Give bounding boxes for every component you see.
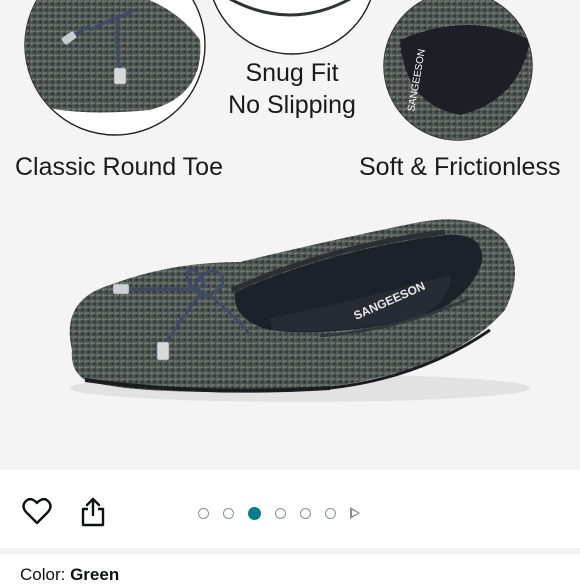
round-toe-label: Classic Round Toe <box>15 153 223 181</box>
color-selection: Color: Green <box>20 565 119 585</box>
round-toe-detail-circle <box>24 0 206 136</box>
carousel-indicator <box>198 502 360 524</box>
color-label: Color: <box>20 565 71 584</box>
carousel-dot-2[interactable] <box>223 507 234 519</box>
carousel-dot-4[interactable] <box>275 507 286 519</box>
video-play-icon[interactable] <box>350 507 360 519</box>
carousel-dot-6[interactable] <box>325 507 336 519</box>
snug-fit-line1: Snug Fit <box>245 59 339 87</box>
section-divider <box>0 548 580 554</box>
snug-fit-detail-circle <box>212 0 372 55</box>
main-shoe-image: SANGEESON <box>69 219 530 402</box>
share-icon[interactable] <box>80 497 106 532</box>
snug-fit-label: Snug Fit No Slipping <box>226 57 358 121</box>
carousel-dot-3-active[interactable] <box>248 506 261 520</box>
snug-fit-line2: No Slipping <box>228 91 356 119</box>
product-image-gallery[interactable]: SANGEESON SANGEESON Snug Fit No Slipping <box>0 0 580 470</box>
heart-outline-icon[interactable] <box>22 497 52 530</box>
color-value: Green <box>70 565 120 584</box>
frictionless-label: Soft & Frictionless <box>359 153 561 181</box>
frictionless-detail-circle: SANGEESON <box>383 0 533 141</box>
carousel-dot-1[interactable] <box>198 507 209 519</box>
carousel-dot-5[interactable] <box>300 507 311 519</box>
